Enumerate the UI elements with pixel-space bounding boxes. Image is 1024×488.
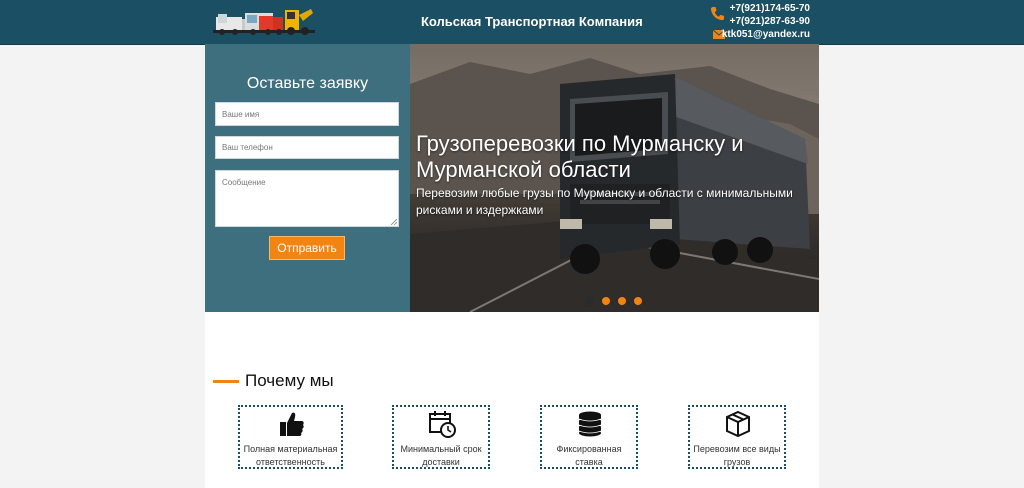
thumbs-up-icon xyxy=(280,412,304,436)
request-form: Оставьте заявку Отправить xyxy=(205,44,410,312)
feature-card: Полная материальная ответственность xyxy=(238,405,343,469)
message-textarea[interactable] xyxy=(215,170,399,227)
hero-title: Грузоперевозки по Мурманску и Мурманской… xyxy=(416,131,744,182)
company-name: Кольская Транспортная Компания xyxy=(421,14,643,29)
feature-label: Фиксированная ставка xyxy=(556,444,622,467)
hero-subtitle: Перевозим любые грузы по Мурманску и обл… xyxy=(416,186,793,217)
feature-card: Минимальный срок доставки xyxy=(392,405,490,469)
feature-label: Минимальный срок доставки xyxy=(400,444,482,467)
name-input[interactable] xyxy=(215,102,399,126)
feature-label: Перевозим все виды грузов xyxy=(693,444,781,467)
trucks-logo[interactable] xyxy=(213,7,315,38)
email-link[interactable]: ktk051@yandex.ru xyxy=(722,29,810,40)
phone-number-1[interactable]: +7(921)174-65-70 xyxy=(730,3,810,14)
box-icon xyxy=(726,410,750,438)
why-us-title: Почему мы xyxy=(245,371,334,390)
feature-card: Фиксированная ставка xyxy=(540,405,638,469)
resize-grip-icon[interactable] xyxy=(391,219,397,225)
phone-icon xyxy=(710,6,725,21)
slider-dot[interactable] xyxy=(586,297,594,305)
form-title: Оставьте заявку xyxy=(246,75,369,92)
main-content: Оставьте заявку Отправить xyxy=(205,44,819,488)
calendar-clock-icon xyxy=(429,411,456,438)
coins-stack-icon xyxy=(578,411,602,437)
feature-label: Полная материальная ответственность xyxy=(243,444,338,467)
site-header: Кольская Транспортная Компания +7(921)17… xyxy=(0,0,1024,45)
feature-card: Перевозим все виды грузов xyxy=(688,405,786,469)
phone-number-2[interactable]: +7(921)287-63-90 xyxy=(730,16,810,27)
slider-dot[interactable] xyxy=(618,297,626,305)
hero-slider: Грузоперевозки по Мурманску и Мурманской… xyxy=(410,44,819,312)
slider-dot[interactable] xyxy=(602,297,610,305)
contacts-block: +7(921)174-65-70 +7(921)287-63-90 ktk051… xyxy=(710,2,810,42)
section-accent-line xyxy=(213,380,239,383)
slider-dot[interactable] xyxy=(634,297,642,305)
slider-dots xyxy=(586,292,650,305)
submit-button[interactable]: Отправить xyxy=(269,236,345,260)
phone-input[interactable] xyxy=(215,136,399,159)
